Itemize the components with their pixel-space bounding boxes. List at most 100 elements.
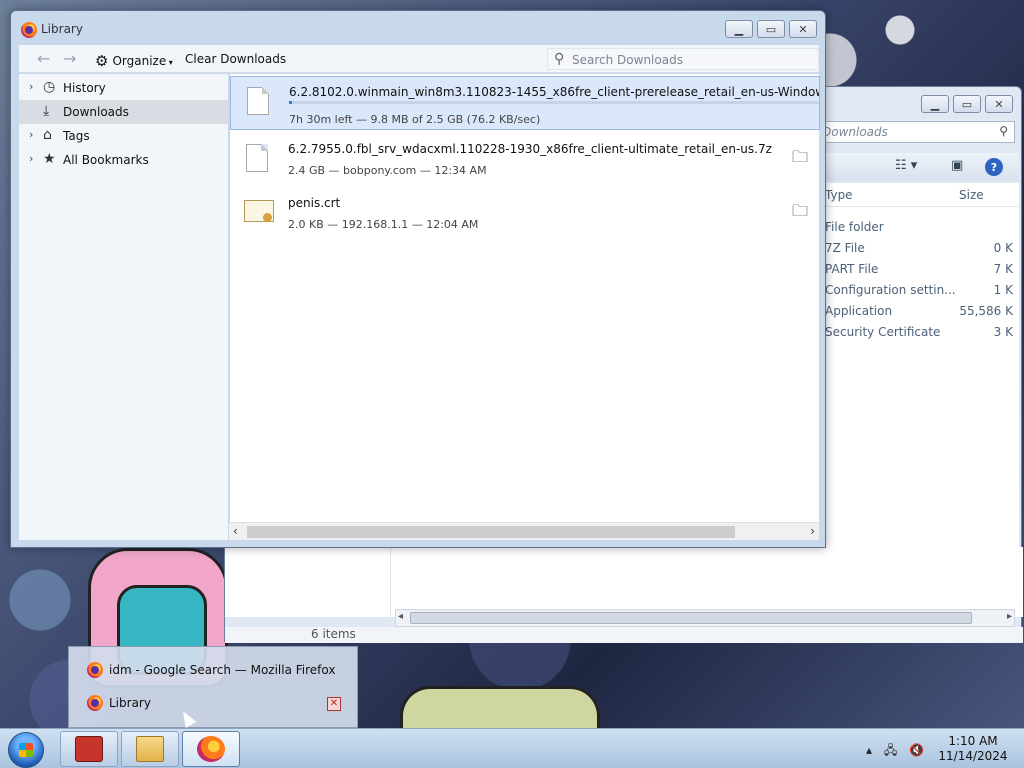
tag-icon: ⌂ [43,127,52,143]
taskbar-preview-popup: idm - Google Search — Mozilla Firefox Li… [68,646,358,728]
taskbar-button-explorer[interactable] [121,731,179,767]
list-item[interactable]: Configuration settin... 1 K [825,280,1019,301]
minimize-button[interactable]: ▁ [725,20,753,38]
explorer-list-header: Type Size [825,183,1019,207]
explorer-horizontal-scrollbar[interactable]: ◂ ▸ [395,609,1015,627]
library-sidebar: › ◷ History ⤓ Downloads › ⌂ Tags › ★ All… [19,74,228,540]
close-icon[interactable]: ✕ [327,697,341,711]
explorer-search-placeholder: Downloads [822,125,888,139]
sidebar-item-tags[interactable]: › ⌂ Tags [19,124,228,148]
sidebar-item-label: History [63,81,106,95]
sidebar-item-all-bookmarks[interactable]: › ★ All Bookmarks [19,148,228,172]
clock[interactable]: 1:10 AM 11/14/2024 [936,734,1010,764]
start-button[interactable] [8,732,44,768]
maximize-button[interactable]: ▭ [953,95,981,113]
folder-icon[interactable]: 🗀 [792,146,808,173]
search-icon: ⚲ [554,51,565,67]
progress-fill [289,101,293,104]
download-name: 6.2.7955.0.fbl_srv_wdacxml.110228-1930_x… [288,142,772,156]
scrollbar-thumb[interactable] [410,612,972,624]
explorer-lower-pane [225,547,1023,617]
sidebar-item-label: All Bookmarks [63,153,149,167]
scroll-right-icon[interactable]: ▸ [1007,611,1012,622]
sidebar-item-history[interactable]: › ◷ History [19,76,228,100]
list-item[interactable]: Security Certificate 3 K [825,322,1019,343]
scroll-left-icon[interactable]: ‹ [233,524,238,538]
help-icon[interactable]: ? [985,158,1003,176]
taskbar: ▴ 🖧 🔇 1:10 AM 11/14/2024 [0,728,1024,768]
taskbar-button-toolbox[interactable] [60,731,118,767]
preview-item-library[interactable]: Library ✕ [87,690,357,716]
maximize-button[interactable]: ▭ [757,20,785,38]
window-title: Library [41,22,83,36]
library-window: Library ▁ ▭ ✕ ← → ⚙ Organize ▾ Clear Down… [10,10,826,548]
close-button[interactable]: ✕ [789,20,817,38]
scroll-left-icon[interactable]: ◂ [398,611,403,622]
folder-icon [136,736,164,762]
certificate-icon [244,200,274,222]
preview-item-label: idm - Google Search — Mozilla Firefox [109,663,336,677]
firefox-icon [87,695,103,711]
clock-time: 1:10 AM [948,734,998,748]
download-status: 2.0 KB — 192.168.1.1 — 12:04 AM [288,218,479,231]
chevron-right-icon[interactable]: › [29,80,33,93]
chevron-down-icon: ▾ [166,58,173,67]
library-titlebar[interactable]: Library ▁ ▭ ✕ [11,11,825,45]
network-icon[interactable]: 🖧 [884,743,897,757]
scroll-right-icon[interactable]: › [810,524,815,538]
search-downloads-input[interactable]: ⚲ Search Downloads [547,48,819,70]
chevron-right-icon[interactable]: › [29,152,33,165]
download-progress-bar [289,101,819,104]
preview-item-label: Library [109,696,151,710]
download-name: 6.2.8102.0.winmain_win8m3.110823-1455_x8… [289,85,819,99]
organize-button[interactable]: ⚙ Organize ▾ [95,51,173,70]
library-toolbar: ← → ⚙ Organize ▾ Clear Downloads ⚲ Search… [19,45,819,73]
column-size[interactable]: Size [959,188,984,202]
view-options-icon[interactable]: ☷ ▾ [895,158,917,173]
firefox-icon [197,736,225,762]
explorer-caption-buttons: ▁ ▭ ✕ [921,95,1013,113]
file-icon [247,87,269,115]
library-horizontal-scrollbar[interactable]: ‹ › [229,522,819,540]
show-hidden-icons-icon[interactable]: ▴ [866,743,872,757]
downloads-list: 6.2.8102.0.winmain_win8m3.110823-1455_x8… [229,74,820,540]
taskbar-button-firefox[interactable] [182,731,240,767]
download-icon: ⤓ [43,103,50,119]
list-item[interactable]: Application 55,586 K [825,301,1019,322]
star-icon: ★ [43,151,56,167]
gear-icon: ⚙ [95,52,109,70]
folder-icon[interactable]: 🗀 [792,200,808,227]
sidebar-item-label: Downloads [63,105,129,119]
column-type[interactable]: Type [825,188,853,202]
item-count: 6 items [311,627,356,641]
back-arrow-icon[interactable]: ← [37,49,50,68]
chevron-right-icon[interactable]: › [29,128,33,141]
system-tray: ▴ 🖧 🔇 [866,741,932,762]
clock-icon: ◷ [43,79,56,95]
preview-pane-icon[interactable]: ▣ [951,158,963,173]
list-item[interactable]: PART File 7 K [825,259,1019,280]
clear-downloads-button[interactable]: Clear Downloads [185,52,286,66]
preview-item-firefox[interactable]: idm - Google Search — Mozilla Firefox [87,657,357,683]
volume-muted-icon[interactable]: 🔇 [909,743,924,757]
forward-arrow-icon[interactable]: → [63,49,76,68]
scrollbar-thumb[interactable] [247,526,735,538]
firefox-icon [87,662,103,678]
library-caption-buttons: ▁ ▭ ✕ [725,20,817,38]
minimize-button[interactable]: ▁ [921,95,949,113]
download-status: 7h 30m left — 9.8 MB of 2.5 GB (76.2 KB/… [289,113,541,126]
close-button[interactable]: ✕ [985,95,1013,113]
organize-label: Organize [112,54,167,68]
list-item[interactable]: File folder [825,217,1019,238]
explorer-search-input[interactable]: Downloads ⚲ [815,121,1015,143]
search-placeholder: Search Downloads [572,53,683,67]
list-item[interactable]: 7Z File 0 K [825,238,1019,259]
download-item[interactable]: 6.2.7955.0.fbl_srv_wdacxml.110228-1930_x… [230,134,820,188]
download-item[interactable]: 6.2.8102.0.winmain_win8m3.110823-1455_x8… [230,76,820,130]
explorer-nav-pane [225,547,391,617]
explorer-status-bar: 6 items [225,627,1023,643]
search-icon: ⚲ [999,124,1008,138]
download-item[interactable]: penis.crt 2.0 KB — 192.168.1.1 — 12:04 A… [230,188,820,242]
clock-date: 11/14/2024 [938,749,1008,763]
sidebar-item-downloads[interactable]: ⤓ Downloads [19,100,228,124]
